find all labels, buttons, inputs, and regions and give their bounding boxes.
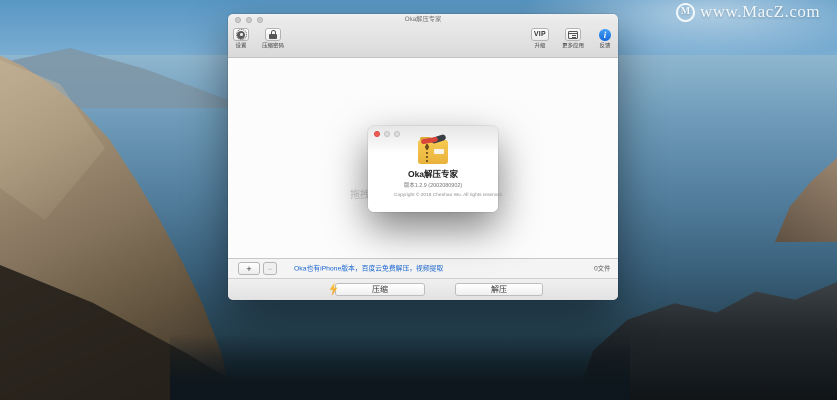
lock-icon: [269, 30, 277, 39]
iphone-promo-link[interactable]: Oka也有iPhone版本，百度云免费解压，视频提取: [294, 260, 443, 276]
gear-icon: [237, 31, 245, 39]
vip-badge: VIP: [534, 31, 546, 38]
about-close-button[interactable]: [374, 131, 380, 137]
more-apps-label: 更多应用: [562, 42, 584, 49]
titlebar[interactable]: Oka解压专家: [228, 14, 618, 25]
file-count: 0文件: [594, 261, 610, 276]
about-app-name: Oka解压专家: [368, 168, 498, 180]
settings-button[interactable]: 设置: [233, 28, 249, 53]
add-file-button[interactable]: +: [238, 262, 260, 275]
toolbar: 设置 压缩密码 VIP 升级 更多应用: [228, 25, 618, 58]
archive-password-label: 压缩密码: [262, 42, 284, 49]
traffic-lights: [235, 17, 263, 23]
info-icon: i: [599, 29, 611, 41]
desktop: M www.MacZ.com Oka解压专家 设置: [0, 0, 837, 400]
oka-app-icon: [418, 137, 448, 164]
compress-button[interactable]: 压缩: [335, 283, 425, 296]
macz-logo-icon: M: [676, 3, 695, 22]
macz-site-text: www.MacZ.com: [700, 2, 820, 22]
feedback-label: 反馈: [600, 42, 611, 49]
more-apps-button[interactable]: 更多应用: [557, 28, 589, 53]
extract-button[interactable]: 解压: [455, 283, 543, 296]
macz-watermark: M www.MacZ.com: [676, 2, 820, 22]
upgrade-vip-button[interactable]: VIP 升级: [531, 28, 549, 53]
upgrade-label: 升级: [534, 42, 545, 49]
wallpaper-dark-water: [170, 334, 630, 400]
window-title: Oka解压专家: [287, 16, 560, 24]
about-dialog: Oka解压专家 版本1.2.9 (2002080902) Copyright ©…: [368, 126, 498, 212]
feedback-button[interactable]: i 反馈: [597, 28, 613, 53]
remove-file-button[interactable]: −: [263, 262, 277, 275]
minimize-button[interactable]: [246, 17, 252, 23]
about-zoom-button: [394, 131, 400, 137]
action-bar: 压缩 解压: [228, 278, 618, 300]
zoom-button[interactable]: [257, 17, 263, 23]
about-traffic-lights: [374, 131, 400, 137]
about-copyright: Copyright © 2018 Chenhao Wu. All rights …: [394, 192, 472, 197]
status-bar: + − Oka也有iPhone版本，百度云免费解压，视频提取 0文件: [228, 258, 618, 278]
about-version: 版本1.2.9 (2002080902): [389, 182, 477, 189]
settings-label: 设置: [236, 42, 247, 49]
archive-password-button[interactable]: 压缩密码: [257, 28, 289, 53]
about-minimize-button: [384, 131, 390, 137]
more-apps-icon: [568, 31, 578, 39]
close-button[interactable]: [235, 17, 241, 23]
